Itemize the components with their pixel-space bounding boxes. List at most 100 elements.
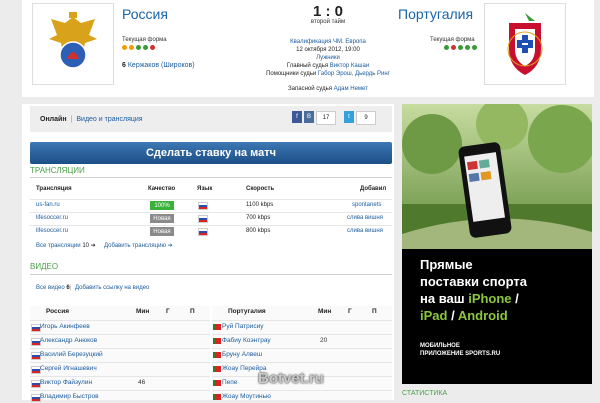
home-form-label: Текущая форма	[122, 37, 167, 43]
player-link[interactable]: Бруну Алвеш	[222, 351, 262, 358]
referee-link[interactable]: Виктор Кашаи	[330, 63, 369, 69]
match-period: второй тайм	[310, 19, 346, 25]
added-by-link[interactable]: слива вишня	[347, 228, 383, 234]
main-column: Онлайн | Видео и трансляция f В 17 t 9 С…	[22, 104, 394, 403]
ad-footer: МОБИЛЬНОЕ ПРИЛОЖЕНИЕ SPORTS.RU	[420, 343, 501, 357]
vk-share-count: 17	[316, 111, 336, 125]
portugal-flag-icon	[213, 380, 221, 386]
list-item[interactable]: Владимир Быстров	[30, 390, 210, 403]
quality-badge: 100%	[150, 201, 174, 210]
bet-button[interactable]: Сделать ставку на матч	[30, 142, 392, 164]
goal-minute: 6	[122, 62, 126, 69]
list-item[interactable]: Виктор Файзулин 46	[30, 376, 210, 389]
scorer-link[interactable]: Кержаков	[128, 62, 159, 69]
portugal-flag-icon	[213, 394, 221, 400]
sub-navigation: Онлайн | Видео и трансляция	[30, 106, 392, 132]
form-dot	[129, 45, 134, 50]
video-links: Все видео 6 | Добавить ссылку на видео	[36, 285, 150, 291]
broadcast-link[interactable]: lifesoccer.ru	[36, 228, 68, 234]
assistants-line: Помощники судьи Габор Эрош, Дьердь Ринг	[266, 71, 390, 77]
player-link[interactable]: Руй Патрисиу	[222, 323, 264, 330]
tab-video[interactable]: Видео и трансляция	[76, 116, 142, 123]
competition-link[interactable]: Квалификация ЧМ. Европа	[220, 38, 436, 46]
speed-value: 800 kbps	[246, 228, 271, 234]
speed-value: 700 kbps	[246, 215, 271, 221]
col-minutes: Мин	[136, 308, 150, 315]
col-assists: П	[372, 308, 377, 315]
vk-share-icon[interactable]: В	[304, 111, 314, 123]
video-title: ВИДЕО	[30, 262, 59, 271]
player-link[interactable]: Василий Березуцкий	[40, 351, 103, 358]
list-item[interactable]: Сергей Игнашевич	[30, 362, 210, 375]
table-row[interactable]: lifesoccer.ru Новая 700 kbps слива вишня	[30, 212, 392, 225]
divider	[30, 274, 392, 275]
list-item[interactable]: Василий Березуцкий	[30, 348, 210, 361]
player-minutes: 46	[138, 379, 146, 386]
away-form-dots	[444, 45, 477, 50]
lineup-title: Португалия	[228, 308, 266, 315]
away-form-label: Текущая форма	[430, 37, 475, 43]
added-by-link[interactable]: слива вишня	[347, 215, 383, 221]
russia-crest[interactable]	[32, 3, 114, 85]
list-item[interactable]: Руй Патрисиу	[212, 320, 392, 333]
player-link[interactable]: Владимир Быстров	[40, 393, 99, 400]
table-row[interactable]: us-fan.ru 100% 1100 kbps spontanets	[30, 199, 392, 212]
list-item[interactable]: Бруну Алвеш	[212, 348, 392, 361]
list-item[interactable]: Жоау Моутинью	[212, 390, 392, 403]
all-videos-link[interactable]: Все видео 6	[36, 285, 70, 291]
venue-link[interactable]: Лужники	[220, 54, 436, 62]
assist-link[interactable]: (Широков)	[161, 62, 195, 69]
tab-online[interactable]: Онлайн	[40, 116, 67, 123]
quality-badge: Новая	[150, 227, 174, 236]
home-team-name[interactable]: Россия	[122, 6, 168, 22]
reserve-link[interactable]: Адам Немет	[334, 86, 368, 92]
russian-flag-icon	[198, 215, 208, 223]
player-link[interactable]: Фабиу Коэнтрау	[222, 337, 271, 344]
referee-line: Главный судья Виктор Кашаи	[286, 63, 370, 69]
watermark: Botvet.ru	[258, 370, 324, 387]
broadcast-links: Все трансляции 10 ➔ Добавить трансляцию …	[30, 240, 392, 252]
shield-crest-icon	[507, 13, 543, 75]
broadcast-link[interactable]: lifesoccer.ru	[36, 215, 68, 221]
twitter-share-icon[interactable]: t	[344, 111, 354, 123]
col-language: Язык	[197, 186, 213, 192]
form-dot	[465, 45, 470, 50]
park-phone-illustration	[402, 104, 592, 249]
player-link[interactable]: Сергей Игнашевич	[40, 365, 97, 372]
player-link[interactable]: Александр Анюков	[40, 337, 97, 344]
broadcasts-title: ТРАНСЛЯЦИИ	[30, 166, 85, 175]
added-by-link[interactable]: spontanets	[352, 202, 381, 208]
col-minutes: Мин	[318, 308, 332, 315]
col-broadcast: Трансляция	[36, 186, 72, 192]
assistants-link[interactable]: Габор Эрош, Дьердь Ринг	[318, 71, 390, 77]
player-link[interactable]: Пепе	[222, 379, 237, 386]
home-scorer: 6 Кержаков (Широков)	[122, 62, 195, 69]
add-video-link[interactable]: Добавить ссылку на видео	[75, 285, 149, 291]
list-item[interactable]: Александр Анюков	[30, 334, 210, 347]
russian-flag-icon	[198, 228, 208, 236]
facebook-share-icon[interactable]: f	[292, 111, 302, 123]
statistics-title: СТАТИСТИКА	[402, 390, 448, 397]
match-date: 12 октября 2012, 19:00	[296, 47, 360, 53]
player-link[interactable]: Игорь Акинфеев	[40, 323, 90, 330]
divider	[30, 177, 392, 178]
player-link[interactable]: Виктор Файзулин	[40, 379, 92, 386]
away-team-name[interactable]: Португалия	[398, 6, 473, 22]
broadcast-link[interactable]: us-fan.ru	[36, 202, 60, 208]
add-broadcast-link[interactable]: Добавить трансляцию ➔	[104, 242, 173, 249]
list-item[interactable]: Игорь Акинфеев	[30, 320, 210, 333]
list-item[interactable]: Фабиу Коэнтрау 20	[212, 334, 392, 347]
portugal-flag-icon	[213, 352, 221, 358]
speed-value: 1100 kbps	[246, 202, 274, 208]
match-header: Россия Текущая форма 6 Кержаков (Широков…	[22, 0, 594, 97]
col-added: Добавил	[360, 186, 387, 192]
sports-ru-ad[interactable]: Прямые поставки спорта на ваш iPhone / i…	[402, 104, 592, 384]
col-speed: Скорость	[246, 186, 275, 192]
all-broadcasts-link[interactable]: Все трансляции 10 ➔	[36, 242, 96, 249]
quality-badge: Новая	[150, 214, 174, 223]
portugal-crest[interactable]	[484, 3, 566, 85]
table-row[interactable]: lifesoccer.ru Новая 800 kbps слива вишня	[30, 225, 392, 238]
eagle-crest-icon	[49, 12, 97, 69]
player-link[interactable]: Жоау Моутинью	[222, 393, 271, 400]
reserve-line: Запасной судья Адам Немет	[288, 86, 368, 92]
